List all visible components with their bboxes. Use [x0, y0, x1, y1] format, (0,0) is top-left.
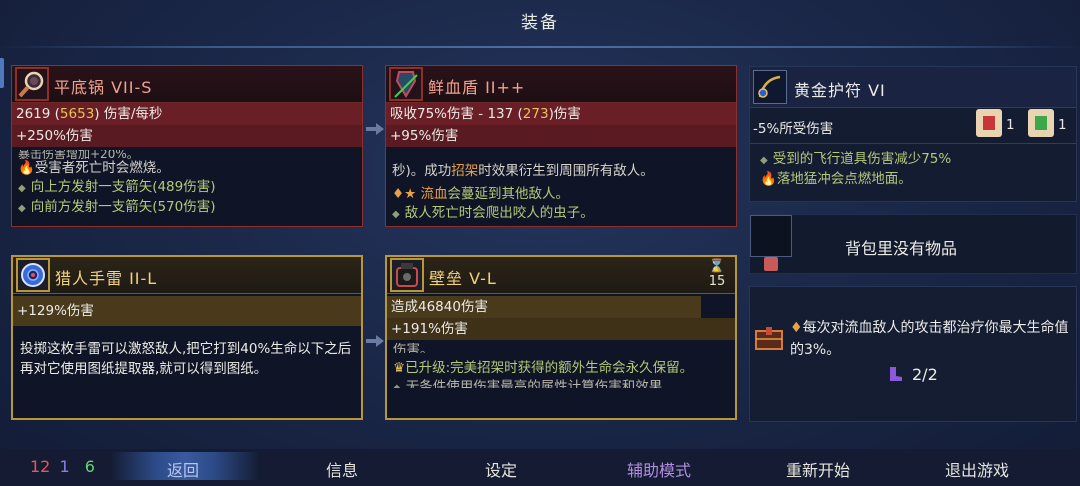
damage-stat: 造成46840伤害: [387, 296, 701, 318]
blood-icon: ♦: [790, 320, 803, 336]
bullet-icon: ◆: [392, 209, 400, 220]
info-button[interactable]: 信息: [282, 457, 402, 481]
survival-scroll-icon: [1028, 109, 1054, 137]
brutality-scroll-count: 1: [1006, 117, 1015, 133]
title-divider: [0, 46, 1080, 48]
backpack-icon: [764, 257, 778, 271]
brutality-count: 12: [30, 457, 51, 476]
screen-title: 装备: [521, 13, 559, 33]
amulet-name: 黄金护符 VI: [794, 81, 886, 100]
blood-crown-icon: ♦★: [392, 186, 417, 202]
damage-bonus-stat: +95%伤害: [386, 125, 736, 147]
affix-list: 暴击伤害增加+20%。 🔥受害者死亡时会燃烧。 ◆ 向上方发射一支箭矢(489伤害…: [18, 150, 356, 218]
weapon-card-bloody-shield[interactable]: 鲜血盾 II++ 吸收75%伤害 - 137 (273)伤害 +95%伤害 秒)…: [385, 65, 737, 227]
affix-line: 🔥落地猛冲会点燃地面。: [760, 171, 912, 187]
assist-mode-button[interactable]: 辅助模式: [599, 457, 719, 481]
amulet-header: 黄金护符 VI: [750, 67, 1076, 108]
backpack-panel[interactable]: 背包里没有物品: [749, 214, 1077, 274]
restart-button[interactable]: 重新开始: [758, 457, 878, 481]
card-header: 鲜血盾 II++: [386, 66, 736, 103]
clipped-affix-line: 伤害。: [393, 343, 434, 353]
clipped-affix-line: ◆无条件使用伤害最高的属性计算伤害和效果: [393, 378, 729, 388]
mutation-description: ♦每次对流血敌人的攻击都治疗你最大生命值的3%。: [790, 320, 1069, 358]
swap-arrow-icon[interactable]: [364, 122, 386, 140]
crown-icon: ♛: [393, 360, 406, 376]
affix-line: ◆ 向前方发射一支箭矢(570伤害): [18, 199, 216, 215]
hourglass-icon: ⌛: [708, 259, 726, 274]
amulet-stat: -5%所受伤害: [753, 121, 834, 137]
amulet-divider: [750, 143, 1076, 144]
absorb-stat: 吸收75%伤害 - 137 (273)伤害: [386, 103, 736, 125]
survival-count: 6: [84, 457, 95, 476]
grenade-icon: [16, 258, 50, 292]
affix-line: ◆ 受到的飞行道具伤害减少75%: [760, 151, 952, 167]
affix-line: ♦★ 流血会蔓延到其他敌人。: [392, 186, 570, 202]
amulet-icon: [753, 70, 787, 104]
skill-card-rampart[interactable]: 壁垒 V-L ⌛ 15 造成46840伤害 +191%伤害 伤害。 ♛已升级:完…: [385, 255, 737, 420]
item-name: 鲜血盾 II++: [428, 78, 526, 97]
affix-list: 秒)。成功招架时效果衍生到周围所有敌人。 ♦★ 流血会蔓延到其他敌人。 ◆ 敌人死…: [392, 162, 730, 224]
tactics-count: 1: [59, 457, 70, 476]
mutation-count: 2/2: [912, 365, 938, 384]
settings-button[interactable]: 设定: [441, 457, 561, 481]
item-name: 猎人手雷 II-L: [55, 269, 158, 288]
affix-line: ◆ 敌人死亡时会爬出咬人的虫子。: [392, 205, 594, 221]
affix-line: ◆ 向上方发射一支箭矢(489伤害): [18, 179, 216, 195]
shield-icon: [389, 67, 423, 101]
cooldown-value: 15: [708, 274, 726, 289]
bullet-icon: ◆: [393, 383, 401, 388]
amulet-panel[interactable]: 黄金护符 VI -5%所受伤害 1 1 ◆ 受到的飞行道具伤害减少75% 🔥落地猛…: [749, 66, 1077, 202]
affix-list: 伤害。 ♛已升级:完美招架时获得的额外生命会永久保留。 ◆无条件使用伤害最高的属…: [393, 343, 729, 388]
cooldown-indicator: ⌛ 15: [707, 259, 727, 289]
backpack-slot[interactable]: [750, 215, 792, 257]
damage-bonus-stat: +129%伤害: [13, 296, 361, 326]
affix-line: ♛已升级:完美招架时获得的额外生命会永久保留。: [393, 360, 694, 376]
quit-game-button[interactable]: 退出游戏: [917, 457, 1037, 481]
rampart-icon: [390, 258, 424, 292]
fire-icon: 🔥: [18, 160, 35, 176]
bullet-icon: ◆: [18, 203, 26, 214]
item-name: 平底锅 VII-S: [54, 78, 153, 97]
affix-line: 🔥受害者死亡时会燃烧。: [18, 160, 170, 176]
amulet-affixes: ◆ 受到的飞行道具伤害减少75% 🔥落地猛冲会点燃地面。: [760, 150, 951, 189]
affix-line: 秒)。成功招架时效果衍生到周围所有敌人。: [392, 163, 654, 179]
brutality-scroll-icon: [976, 109, 1002, 137]
boot-icon: [886, 365, 904, 383]
damage-bonus-stat: +191%伤害: [387, 318, 735, 340]
weapon-card-frying-pan[interactable]: 平底锅 VII-S 2619 (5653) 伤害/每秒 +250%伤害 暴击伤害…: [11, 65, 363, 227]
bullet-icon: ◆: [18, 183, 26, 194]
bullet-icon: ◆: [760, 155, 768, 166]
damage-bonus-stat: +250%伤害: [12, 125, 362, 147]
backpack-empty-text: 背包里没有物品: [845, 239, 958, 258]
survival-scroll-count: 1: [1058, 117, 1067, 133]
card-header: 壁垒 V-L: [387, 257, 735, 294]
item-name: 壁垒 V-L: [429, 269, 497, 288]
stat-counters: 12 1 6: [30, 457, 95, 476]
skill-card-hunters-grenade[interactable]: 猎人手雷 II-L +129%伤害 投掷这枚手雷可以激怒敌人,把它打到40%生命…: [11, 255, 363, 420]
back-button[interactable]: 返回: [123, 457, 243, 481]
frying-pan-icon: [15, 67, 49, 101]
item-description: 投掷这枚手雷可以激怒敌人,把它打到40%生命以下之后再对它使用图纸提取器,就可以…: [20, 341, 352, 377]
card-header: 平底锅 VII-S: [12, 66, 362, 103]
card-header: 猎人手雷 II-L: [13, 257, 361, 294]
mutation-panel[interactable]: ♦每次对流血敌人的攻击都治疗你最大生命值的3%。 2/2: [749, 286, 1077, 422]
fire-icon: 🔥: [760, 171, 777, 187]
side-tab-marker: [0, 58, 4, 88]
dps-stat: 2619 (5653) 伤害/每秒: [12, 103, 362, 125]
mutation-chest-icon: [752, 323, 786, 353]
clipped-affix-line: 暴击伤害增加+20%。: [18, 150, 139, 159]
swap-arrow-icon[interactable]: [364, 334, 386, 352]
